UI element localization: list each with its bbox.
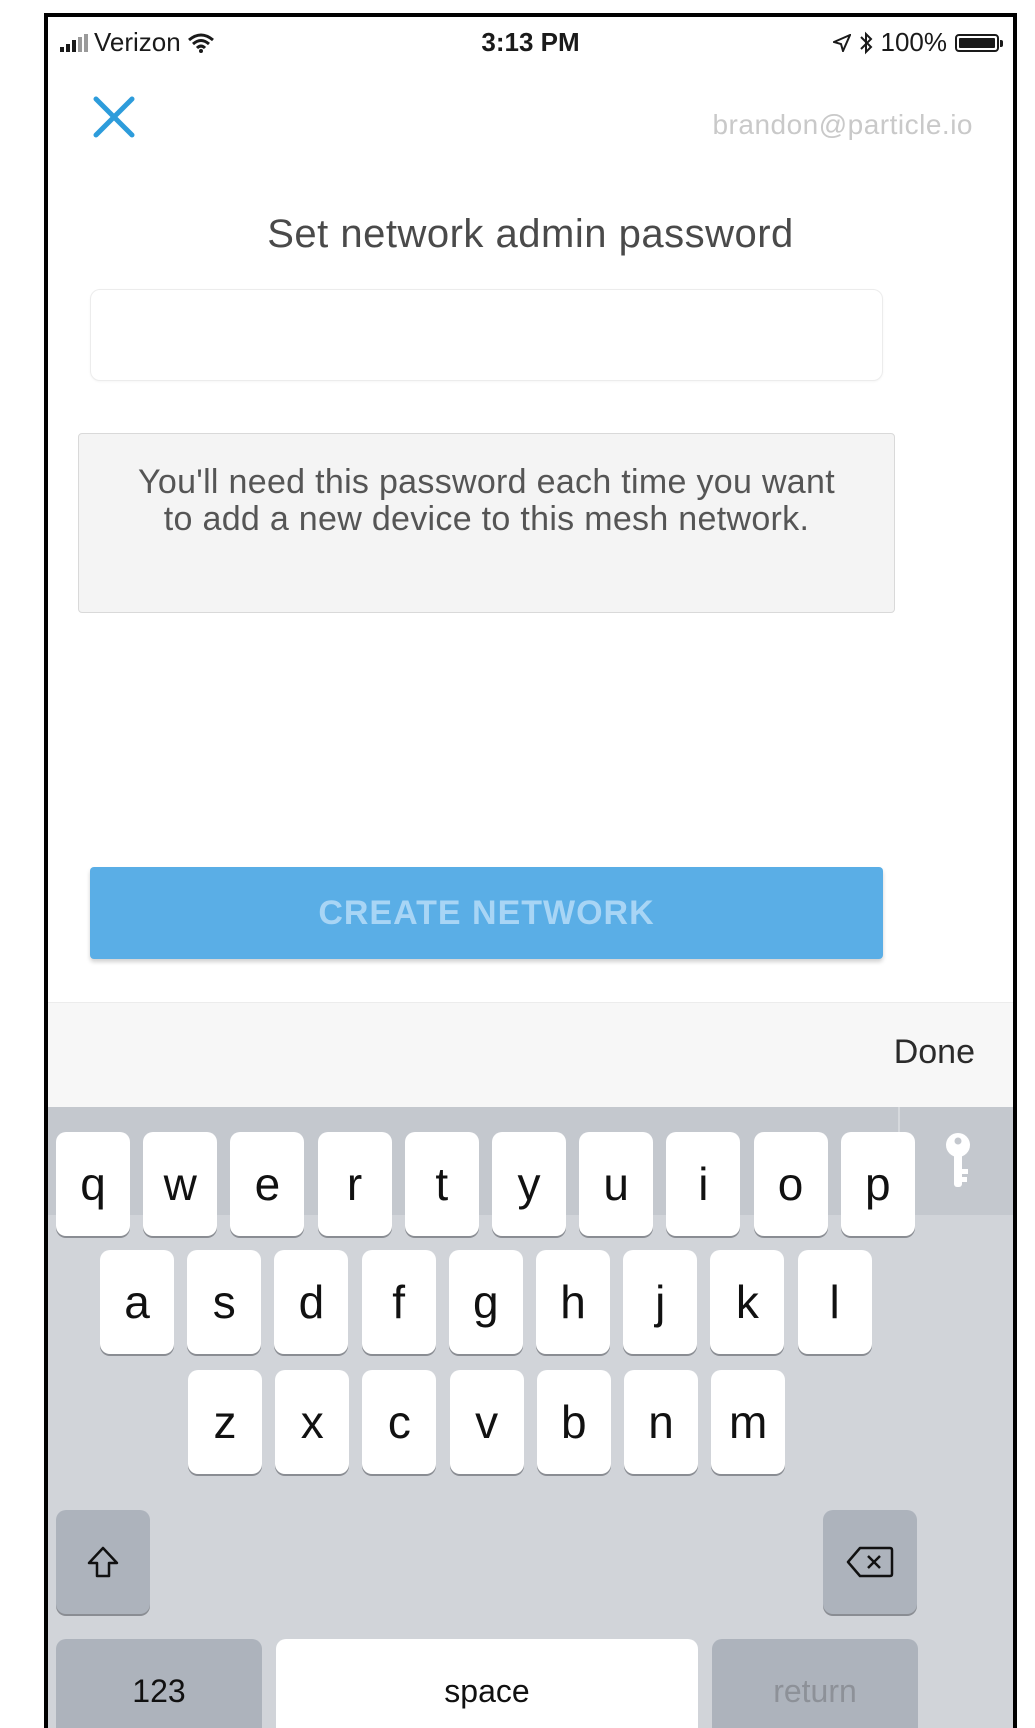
key-a[interactable]: a (100, 1250, 174, 1354)
key-e[interactable]: e (230, 1132, 305, 1236)
location-icon (832, 33, 851, 52)
info-box: You'll need this password each time you … (78, 433, 895, 613)
key-l[interactable]: l (797, 1250, 872, 1354)
key-f[interactable]: f (361, 1250, 436, 1354)
password-input[interactable] (90, 289, 883, 381)
status-right: 100% (832, 27, 1003, 58)
keyboard: 123 space return qwertyuiop asdfghjkl zxcv… (48, 1107, 1013, 1728)
key-i[interactable]: i (666, 1132, 741, 1236)
key-c[interactable]: c (362, 1370, 437, 1474)
done-button[interactable]: Done (894, 1033, 975, 1072)
password-key-icon[interactable] (938, 1129, 978, 1193)
key-x[interactable]: x (275, 1370, 350, 1474)
key-m[interactable]: m (711, 1370, 786, 1474)
phone-screen: Verizon 3:13 PM 100% brandon@particle.io… (44, 13, 1017, 1728)
key-u[interactable]: u (579, 1132, 654, 1236)
shift-key[interactable] (56, 1510, 150, 1614)
key-q[interactable]: q (56, 1132, 130, 1236)
backspace-key[interactable] (823, 1510, 917, 1614)
key-d[interactable]: d (274, 1250, 349, 1354)
key-h[interactable]: h (536, 1250, 610, 1354)
status-bar: Verizon 3:13 PM 100% (48, 17, 1013, 67)
key-b[interactable]: b (536, 1370, 611, 1474)
create-network-button[interactable]: CREATE NETWORK (90, 867, 883, 959)
return-key[interactable]: return (712, 1639, 918, 1728)
key-r[interactable]: r (317, 1132, 392, 1236)
space-key[interactable]: space (276, 1639, 698, 1728)
key-o[interactable]: o (753, 1132, 828, 1236)
backspace-icon (846, 1546, 894, 1578)
page-title: Set network admin password (267, 212, 794, 256)
battery-percent: 100% (880, 27, 948, 57)
key-z[interactable]: z (188, 1370, 262, 1474)
battery-icon (955, 33, 1003, 52)
keyboard-accessory-bar: Done (48, 1002, 1013, 1108)
shift-icon (87, 1546, 119, 1578)
numbers-key[interactable]: 123 (56, 1639, 262, 1728)
key-n[interactable]: n (624, 1370, 698, 1474)
key-s[interactable]: s (187, 1250, 262, 1354)
close-icon[interactable] (86, 89, 142, 145)
key-g[interactable]: g (448, 1250, 523, 1354)
key-p[interactable]: p (840, 1132, 915, 1236)
key-t[interactable]: t (404, 1132, 479, 1236)
key-w[interactable]: w (143, 1132, 218, 1236)
key-k[interactable]: k (710, 1250, 785, 1354)
account-email: brandon@particle.io (712, 109, 973, 140)
key-j[interactable]: j (623, 1250, 698, 1354)
bluetooth-icon (859, 31, 872, 54)
key-y[interactable]: y (492, 1132, 566, 1236)
key-v[interactable]: v (449, 1370, 524, 1474)
